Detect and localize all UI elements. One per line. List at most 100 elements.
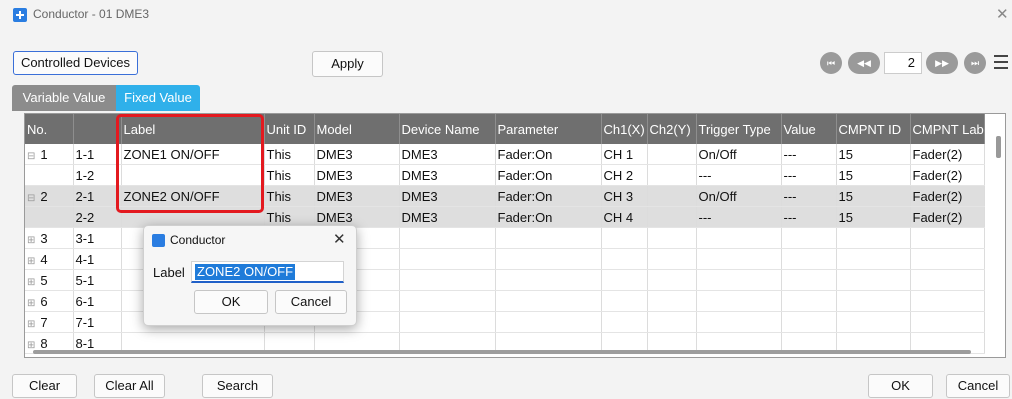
table-cell[interactable]: [495, 227, 602, 249]
clear-all-button[interactable]: Clear All: [94, 374, 165, 398]
menu-icon[interactable]: [994, 55, 1008, 73]
table-cell[interactable]: This: [264, 144, 315, 165]
table-cell[interactable]: 15: [836, 164, 911, 186]
column-header[interactable]: [73, 114, 122, 144]
table-cell[interactable]: Fader:On: [495, 185, 602, 207]
table-cell[interactable]: [836, 269, 911, 291]
table-cell[interactable]: Fader(2): [910, 144, 985, 165]
table-cell[interactable]: [399, 227, 496, 249]
table-cell[interactable]: CH 3: [601, 185, 648, 207]
expand-icon[interactable]: ⊞: [27, 340, 35, 351]
table-cell[interactable]: DME3: [399, 206, 496, 228]
first-page-icon[interactable]: ⏮: [820, 52, 842, 74]
close-icon[interactable]: ✕: [333, 230, 346, 248]
collapse-icon[interactable]: ⊟: [27, 193, 35, 204]
table-cell[interactable]: [495, 311, 602, 333]
table-cell[interactable]: [647, 290, 697, 312]
search-button[interactable]: Search: [202, 374, 273, 398]
table-cell[interactable]: [647, 227, 697, 249]
table-cell[interactable]: [910, 227, 985, 249]
table-cell[interactable]: [836, 227, 911, 249]
table-cell[interactable]: 15: [836, 206, 911, 228]
table-cell[interactable]: [910, 290, 985, 312]
table-cell[interactable]: CH 4: [601, 206, 648, 228]
table-cell[interactable]: 6-1: [73, 290, 122, 312]
collapse-icon[interactable]: ⊟: [27, 151, 35, 162]
column-header[interactable]: Ch1(X): [601, 114, 648, 144]
cancel-button[interactable]: Cancel: [275, 290, 347, 314]
table-cell[interactable]: CH 2: [601, 164, 648, 186]
table-cell[interactable]: [781, 290, 837, 312]
table-cell[interactable]: [781, 269, 837, 291]
table-cell[interactable]: [601, 290, 648, 312]
close-icon[interactable]: ✕: [996, 5, 1009, 23]
table-cell[interactable]: 1-2: [73, 164, 122, 186]
tab-fixed-value[interactable]: Fixed Value: [116, 85, 200, 111]
controlled-devices-button[interactable]: Controlled Devices: [13, 51, 138, 75]
table-cell[interactable]: [836, 290, 911, 312]
column-header[interactable]: CMPNT ID: [836, 114, 911, 144]
table-cell[interactable]: [399, 248, 496, 270]
table-cell[interactable]: [647, 206, 697, 228]
table-cell[interactable]: Fader(2): [910, 164, 985, 186]
column-header[interactable]: No.: [25, 114, 74, 144]
table-cell[interactable]: [836, 311, 911, 333]
table-cell[interactable]: [647, 144, 697, 165]
row-number-cell[interactable]: ⊞ 6: [25, 290, 74, 312]
table-cell[interactable]: [836, 248, 911, 270]
row-number-cell[interactable]: [25, 206, 74, 228]
column-header[interactable]: Model: [314, 114, 400, 144]
table-cell[interactable]: ---: [781, 144, 837, 165]
cancel-button[interactable]: Cancel: [946, 374, 1010, 398]
expand-icon[interactable]: ⊞: [27, 298, 35, 309]
table-cell[interactable]: [647, 311, 697, 333]
table-cell[interactable]: [910, 311, 985, 333]
apply-button[interactable]: Apply: [312, 51, 383, 77]
table-cell[interactable]: Fader(2): [910, 206, 985, 228]
table-cell[interactable]: ---: [696, 206, 782, 228]
previous-page-icon[interactable]: ◀◀: [848, 52, 880, 74]
row-number-cell[interactable]: [25, 164, 74, 186]
table-cell[interactable]: 2-2: [73, 206, 122, 228]
table-cell[interactable]: [647, 269, 697, 291]
expand-icon[interactable]: ⊞: [27, 277, 35, 288]
table-cell[interactable]: [399, 269, 496, 291]
table-cell[interactable]: [910, 248, 985, 270]
table-cell[interactable]: [696, 290, 782, 312]
table-cell[interactable]: 7-1: [73, 311, 122, 333]
table-cell[interactable]: 15: [836, 144, 911, 165]
table-cell[interactable]: [781, 227, 837, 249]
table-cell[interactable]: DME3: [399, 164, 496, 186]
table-cell[interactable]: [495, 248, 602, 270]
ok-button[interactable]: OK: [868, 374, 933, 398]
expand-icon[interactable]: ⊞: [27, 319, 35, 330]
column-header[interactable]: Trigger Type: [696, 114, 782, 144]
column-header[interactable]: CMPNT Lab: [910, 114, 985, 144]
table-cell[interactable]: Fader:On: [495, 164, 602, 186]
table-cell[interactable]: CH 1: [601, 144, 648, 165]
table-cell[interactable]: [601, 248, 648, 270]
page-number-input[interactable]: 2: [884, 52, 922, 74]
table-cell[interactable]: 5-1: [73, 269, 122, 291]
column-header[interactable]: Parameter: [495, 114, 602, 144]
table-cell[interactable]: [910, 269, 985, 291]
expand-icon[interactable]: ⊞: [27, 235, 35, 246]
row-number-cell[interactable]: ⊟ 1: [25, 144, 74, 165]
label-input[interactable]: ZONE2 ON/OFF: [191, 261, 344, 283]
table-cell[interactable]: [601, 227, 648, 249]
table-cell[interactable]: [647, 164, 697, 186]
table-cell[interactable]: ---: [781, 206, 837, 228]
table-cell[interactable]: Fader:On: [495, 206, 602, 228]
row-number-cell[interactable]: ⊞ 5: [25, 269, 74, 291]
table-cell[interactable]: [696, 227, 782, 249]
table-cell[interactable]: ---: [696, 164, 782, 186]
row-number-cell[interactable]: ⊞ 7: [25, 311, 74, 333]
table-cell[interactable]: [601, 269, 648, 291]
ok-button[interactable]: OK: [194, 290, 268, 314]
table-cell[interactable]: [399, 290, 496, 312]
table-cell[interactable]: DME3: [314, 144, 400, 165]
table-cell[interactable]: [601, 311, 648, 333]
table-cell[interactable]: [696, 248, 782, 270]
table-cell[interactable]: On/Off: [696, 144, 782, 165]
table-cell[interactable]: [781, 311, 837, 333]
